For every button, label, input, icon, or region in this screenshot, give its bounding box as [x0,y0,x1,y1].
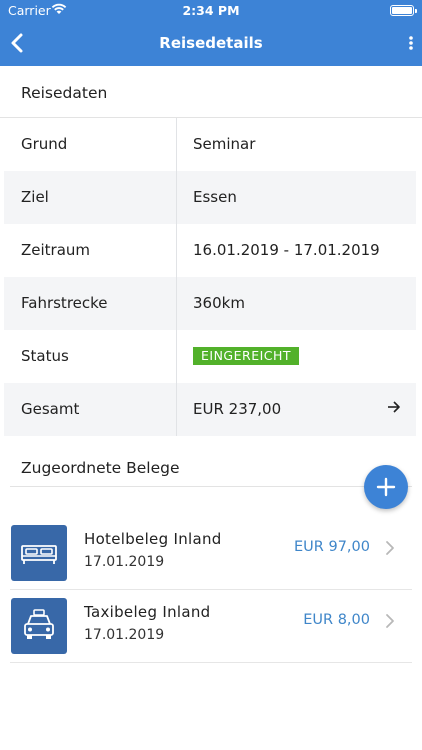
navigation-bar: Reisedetails [0,22,422,66]
section-title-belege: Zugeordnete Belege [21,459,180,477]
detail-key: Fahrstrecke [21,294,108,312]
detail-value: Essen [193,188,237,206]
detail-value: Seminar [193,135,256,153]
detail-row-fahrstrecke: Fahrstrecke 360km [4,277,416,330]
column-divider [176,383,177,436]
detail-value: 16.01.2019 - 17.01.2019 [193,241,380,259]
detail-value: 360km [193,294,245,312]
page-title: Reisedetails [159,34,263,52]
beleg-amount: EUR 97,00 [294,539,370,555]
section-title-reisedaten: Reisedaten [21,84,108,102]
list-item-hotelbeleg[interactable]: Hotelbeleg Inland 17.01.2019 EUR 97,00 [10,518,412,590]
chevron-right-icon [384,539,396,557]
app-header: Carrier 2:34 PM Reisedetails [0,0,422,66]
beleg-name: Taxibeleg Inland [84,603,211,621]
detail-key: Grund [21,135,68,153]
divider [10,662,412,663]
plus-icon [376,477,396,497]
divider [10,589,412,590]
chevron-right-icon [384,612,396,630]
arrow-right-icon[interactable] [386,399,402,415]
detail-row-gesamt[interactable]: Gesamt EUR 237,00 [4,383,416,436]
column-divider [176,330,177,383]
list-item-taxibeleg[interactable]: Taxibeleg Inland 17.01.2019 EUR 8,00 [10,591,412,663]
column-divider [176,171,177,224]
beleg-date: 17.01.2019 [84,627,165,643]
detail-row-ziel: Ziel Essen [4,171,416,224]
detail-key: Zeitraum [21,241,91,259]
taxi-icon [11,598,67,654]
detail-row-status: Status EINGEREICHT [4,330,416,383]
trip-details-table: Grund Seminar Ziel Essen Zeitraum 16.01.… [4,118,416,436]
add-beleg-button[interactable] [364,465,408,509]
detail-row-zeitraum: Zeitraum 16.01.2019 - 17.01.2019 [4,224,416,277]
beleg-amount: EUR 8,00 [303,612,370,628]
detail-key: Ziel [21,188,49,206]
beleg-date: 17.01.2019 [84,554,165,570]
detail-key: Gesamt [21,400,80,418]
divider [10,486,412,487]
beleg-name: Hotelbeleg Inland [84,530,222,548]
status-badge: EINGEREICHT [193,347,300,365]
detail-row-grund: Grund Seminar [4,118,416,171]
clock: 2:34 PM [182,3,240,18]
column-divider [176,118,177,171]
column-divider [176,277,177,330]
bed-icon [11,525,67,581]
detail-value: EUR 237,00 [193,400,282,418]
battery-icon [390,5,417,16]
more-vertical-icon[interactable] [404,32,418,54]
column-divider [176,224,177,277]
detail-key: Status [21,347,69,365]
status-bar: Carrier 2:34 PM [0,0,422,22]
